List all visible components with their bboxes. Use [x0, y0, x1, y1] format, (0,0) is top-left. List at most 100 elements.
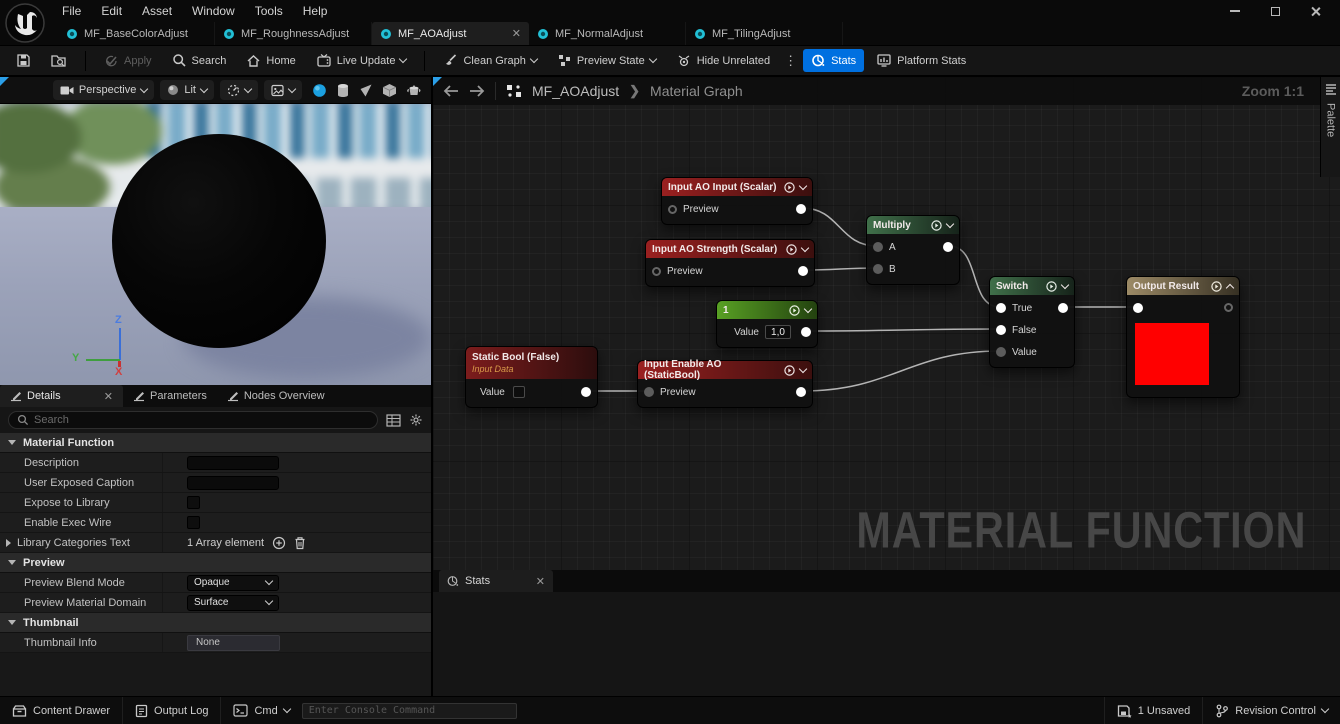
tab-stats[interactable]: Stats ✕ [439, 570, 553, 592]
preview-blend-mode-select[interactable]: Opaque [187, 574, 279, 591]
tab-mf-roughnessadjust[interactable]: MF_RoughnessAdjust [215, 22, 372, 45]
pin-value-input[interactable] [996, 347, 1006, 357]
clean-graph-dropdown[interactable]: Clean Graph [435, 49, 544, 72]
preview-teapot-button[interactable] [406, 83, 422, 97]
preview-play-icon[interactable] [789, 304, 800, 316]
revision-control-dropdown[interactable]: Revision Control [1203, 697, 1340, 724]
pin-output[interactable] [796, 387, 806, 397]
maximize-button[interactable] [1262, 2, 1288, 20]
tab-parameters[interactable]: Parameters [123, 385, 217, 407]
enable-exec-wire-checkbox[interactable] [187, 516, 200, 529]
material-graph-canvas[interactable]: MF_AOAdjust ❯ Material Graph Zoom 1:1 Pa… [433, 77, 1340, 570]
node-header[interactable]: Input Enable AO (StaticBool) [638, 359, 812, 381]
live-update-dropdown[interactable]: Live Update [308, 49, 415, 72]
node-constant-one[interactable]: 1 Value 1,0 [716, 300, 818, 348]
menu-edit[interactable]: Edit [91, 0, 132, 22]
description-input[interactable] [187, 455, 279, 470]
pin-false-input[interactable] [996, 325, 1006, 335]
add-element-icon[interactable] [272, 536, 286, 550]
preview-state-dropdown[interactable]: Preview State [549, 49, 664, 72]
pin-output[interactable] [796, 204, 806, 214]
back-arrow-icon[interactable] [443, 85, 459, 97]
tab-mf-tilingadjust[interactable]: MF_TilingAdjust [686, 22, 843, 45]
details-search-input[interactable]: Search [8, 411, 378, 429]
browse-to-asset-button[interactable] [43, 49, 75, 72]
minimize-button[interactable] [1222, 2, 1248, 20]
tab-mf-aoadjust[interactable]: MF_AOAdjust ✕ [372, 22, 529, 45]
menu-help[interactable]: Help [293, 0, 338, 22]
view-mode-lit-dropdown[interactable]: Lit [160, 80, 214, 100]
constant-value-input[interactable]: 1,0 [765, 325, 791, 339]
delete-trash-icon[interactable] [294, 536, 306, 550]
pin-result-input[interactable] [1133, 303, 1143, 313]
tab-close-icon[interactable]: ✕ [104, 390, 113, 403]
preview-play-icon[interactable] [1211, 280, 1222, 292]
section-thumbnail[interactable]: Thumbnail [0, 613, 431, 633]
preview-material-domain-select[interactable]: Surface [187, 594, 279, 611]
menu-asset[interactable]: Asset [132, 0, 182, 22]
thumbnail-info-value[interactable]: None [187, 634, 280, 651]
pin-a-input[interactable] [873, 242, 883, 252]
node-header[interactable]: Switch [990, 277, 1074, 295]
close-button[interactable] [1302, 2, 1328, 20]
section-preview[interactable]: Preview [0, 553, 431, 573]
pin-preview-input[interactable] [644, 387, 654, 397]
node-header[interactable]: Static Bool (False) Input Data [466, 347, 597, 379]
collapse-chevron-icon[interactable] [798, 364, 808, 373]
forward-arrow-icon[interactable] [469, 85, 485, 97]
preview-sphere-button[interactable] [312, 83, 327, 98]
preview-cube-button[interactable] [382, 83, 397, 98]
node-header[interactable]: 1 [717, 301, 817, 319]
node-input-ao-strength[interactable]: Input AO Strength (Scalar) Preview [645, 239, 815, 287]
preview-play-icon[interactable] [786, 243, 797, 255]
node-header[interactable]: Multiply [867, 216, 959, 234]
settings-gear-icon[interactable] [409, 413, 423, 427]
node-header[interactable]: Input AO Strength (Scalar) [646, 240, 814, 258]
pin-preview-input[interactable] [652, 266, 661, 276]
preview-cylinder-button[interactable] [336, 83, 350, 98]
output-log-button[interactable]: Output Log [123, 697, 220, 724]
node-multiply[interactable]: Multiply A B [866, 215, 960, 285]
save-button[interactable] [8, 49, 39, 72]
pin-output[interactable] [801, 327, 811, 337]
node-output-result[interactable]: Output Result [1126, 276, 1240, 398]
stats-toggle-button[interactable]: Stats [803, 49, 865, 72]
node-static-bool[interactable]: Static Bool (False) Input Data Value [465, 346, 598, 408]
static-bool-checkbox[interactable] [512, 386, 525, 398]
collapse-chevron-icon[interactable] [945, 219, 955, 228]
expand-chevron-icon[interactable] [1225, 283, 1235, 292]
perspective-dropdown[interactable]: Perspective [52, 80, 155, 100]
preview-play-icon[interactable] [784, 181, 795, 193]
tab-close-icon[interactable]: ✕ [512, 27, 521, 40]
menu-file[interactable]: File [52, 0, 91, 22]
node-switch[interactable]: Switch True False Value [989, 276, 1075, 368]
console-command-input[interactable] [301, 702, 517, 719]
menu-tools[interactable]: Tools [245, 0, 293, 22]
tab-mf-basecoloradjust[interactable]: MF_BaseColorAdjust [58, 22, 215, 45]
content-drawer-button[interactable]: Content Drawer [0, 697, 122, 724]
pin-output[interactable] [798, 266, 808, 276]
node-input-ao-input[interactable]: Input AO Input (Scalar) Preview [661, 177, 813, 225]
pin-output[interactable] [581, 387, 591, 397]
viewport-scene[interactable]: Z Y X [0, 103, 431, 385]
apply-button[interactable]: Apply [96, 49, 160, 72]
pin-output[interactable] [943, 242, 953, 252]
collapse-chevron-icon[interactable] [798, 181, 808, 190]
hide-unrelated-button[interactable]: Hide Unrelated [668, 49, 778, 72]
platform-stats-button[interactable]: Platform Stats [868, 49, 974, 72]
node-header[interactable]: Input AO Input (Scalar) [662, 178, 812, 196]
tab-close-icon[interactable]: ✕ [536, 575, 545, 588]
user-exposed-caption-input[interactable] [187, 475, 279, 490]
cmd-dropdown[interactable]: Cmd [221, 697, 301, 724]
preview-scene-dropdown[interactable] [264, 80, 302, 100]
tab-nodes-overview[interactable]: Nodes Overview [217, 385, 335, 407]
preview-play-icon[interactable] [1046, 280, 1057, 292]
preview-play-icon[interactable] [784, 364, 795, 376]
hide-unrelated-options-icon[interactable]: ⋮ [782, 53, 799, 69]
unreal-engine-logo-icon[interactable] [4, 2, 46, 44]
section-material-function[interactable]: Material Function [0, 433, 431, 453]
menu-window[interactable]: Window [182, 0, 245, 22]
collapse-chevron-icon[interactable] [803, 304, 813, 313]
preview-play-icon[interactable] [931, 219, 942, 231]
node-input-enable-ao[interactable]: Input Enable AO (StaticBool) Preview [637, 359, 813, 408]
